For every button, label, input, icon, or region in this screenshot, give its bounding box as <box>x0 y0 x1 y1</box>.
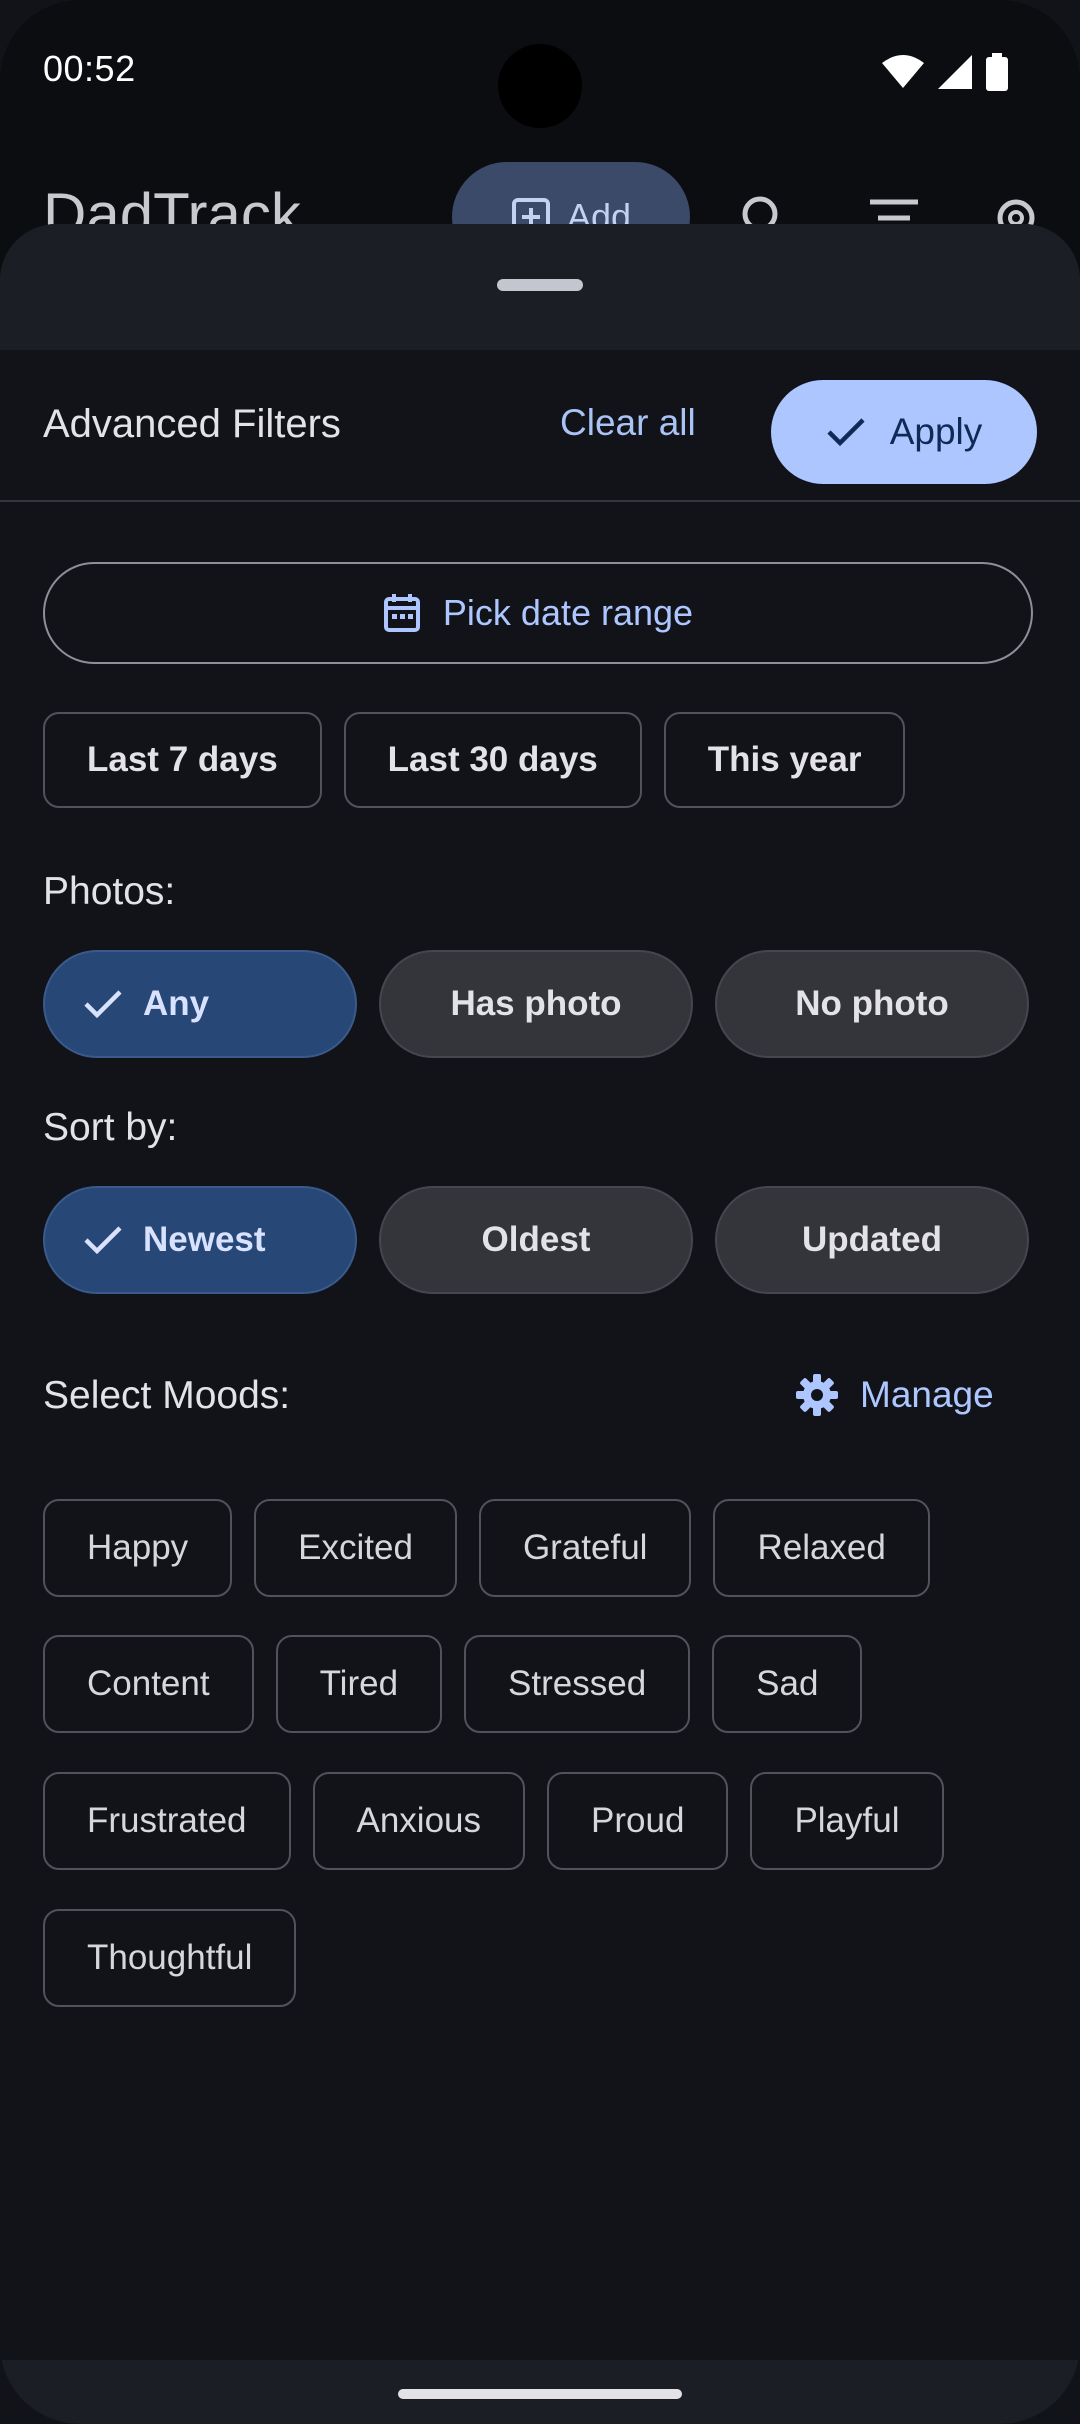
mood-chip-content[interactable]: Content <box>43 1635 254 1733</box>
battery-icon <box>986 53 1008 91</box>
quick-range-this-year[interactable]: This year <box>663 712 906 808</box>
mood-chip-happy[interactable]: Happy <box>43 1499 233 1597</box>
manage-label: Manage <box>860 1374 994 1415</box>
apply-button-label: Apply <box>889 411 983 452</box>
mood-chip-excited[interactable]: Excited <box>254 1499 457 1597</box>
home-indicator[interactable] <box>398 2389 682 2399</box>
sort-option-oldest[interactable]: Oldest <box>379 1186 693 1294</box>
pick-date-range-button[interactable]: Pick date range <box>43 562 1033 664</box>
photos-option-any[interactable]: Any <box>43 950 357 1058</box>
quick-range-last-7-days[interactable]: Last 7 days <box>43 712 322 808</box>
mood-chip-anxious[interactable]: Anxious <box>312 1772 526 1870</box>
photos-option-no-photo[interactable]: No photo <box>715 950 1029 1058</box>
status-bar: 00:52 <box>0 0 1080 140</box>
photos-option-label: Has photo <box>450 984 622 1023</box>
sort-option-label: Newest <box>143 1220 266 1259</box>
check-icon <box>84 1226 122 1255</box>
mood-row: Frustrated Anxious Proud Playful <box>43 1772 944 1870</box>
sheet-header: Advanced Filters Clear all Apply <box>0 350 1080 502</box>
sort-segmented: Newest Oldest Updated <box>43 1186 1029 1294</box>
mood-chip-sad[interactable]: Sad <box>712 1635 863 1733</box>
quick-range-row: Last 7 days Last 30 days This year <box>43 712 906 808</box>
sort-option-label: Updated <box>802 1220 942 1259</box>
sheet-title: Advanced Filters <box>43 402 341 446</box>
photos-segmented: Any Has photo No photo <box>43 950 1029 1058</box>
mood-row: Thoughtful <box>43 1909 297 2007</box>
gear-icon <box>796 1374 838 1416</box>
clear-all-button[interactable]: Clear all <box>560 402 696 444</box>
sort-option-newest[interactable]: Newest <box>43 1186 357 1294</box>
mood-row: Content Tired Stressed Sad <box>43 1635 863 1733</box>
mood-chip-relaxed[interactable]: Relaxed <box>713 1499 930 1597</box>
device-screen: 00:52 DadTrack Add Advanced Filters Clea… <box>0 0 1080 2424</box>
moods-label: Select Moods: <box>43 1374 291 1417</box>
photos-label: Photos: <box>43 870 176 913</box>
manage-moods-button[interactable]: Manage <box>796 1374 994 1416</box>
signal-icon <box>938 55 972 89</box>
sort-option-updated[interactable]: Updated <box>715 1186 1029 1294</box>
mood-chip-thoughtful[interactable]: Thoughtful <box>43 1909 297 2007</box>
apply-button[interactable]: Apply <box>771 380 1037 484</box>
drag-handle[interactable] <box>497 279 583 291</box>
photos-option-label: Any <box>143 984 210 1023</box>
status-icons <box>882 52 1008 92</box>
sheet-handle-area[interactable] <box>0 224 1080 350</box>
wifi-icon <box>882 55 924 88</box>
mood-chip-grateful[interactable]: Grateful <box>478 1499 692 1597</box>
mood-chip-playful[interactable]: Playful <box>750 1772 944 1870</box>
sort-label: Sort by: <box>43 1106 178 1149</box>
mood-chip-proud[interactable]: Proud <box>547 1772 729 1870</box>
pick-date-range-label: Pick date range <box>442 592 694 633</box>
mood-chip-stressed[interactable]: Stressed <box>464 1635 691 1733</box>
mood-chip-tired[interactable]: Tired <box>275 1635 443 1733</box>
calendar-icon <box>383 594 420 632</box>
photos-option-label: No photo <box>795 984 949 1023</box>
photos-option-has-photo[interactable]: Has photo <box>379 950 693 1058</box>
sort-option-label: Oldest <box>481 1220 591 1259</box>
camera-cutout <box>498 44 582 128</box>
mood-row: Happy Excited Grateful Relaxed <box>43 1499 930 1597</box>
quick-range-last-30-days[interactable]: Last 30 days <box>343 712 642 808</box>
status-time: 00:52 <box>43 48 136 89</box>
mood-chip-frustrated[interactable]: Frustrated <box>43 1772 291 1870</box>
check-icon <box>827 418 865 447</box>
check-icon <box>84 990 122 1019</box>
advanced-filters-sheet: Advanced Filters Clear all Apply Pick da… <box>0 224 1080 2424</box>
